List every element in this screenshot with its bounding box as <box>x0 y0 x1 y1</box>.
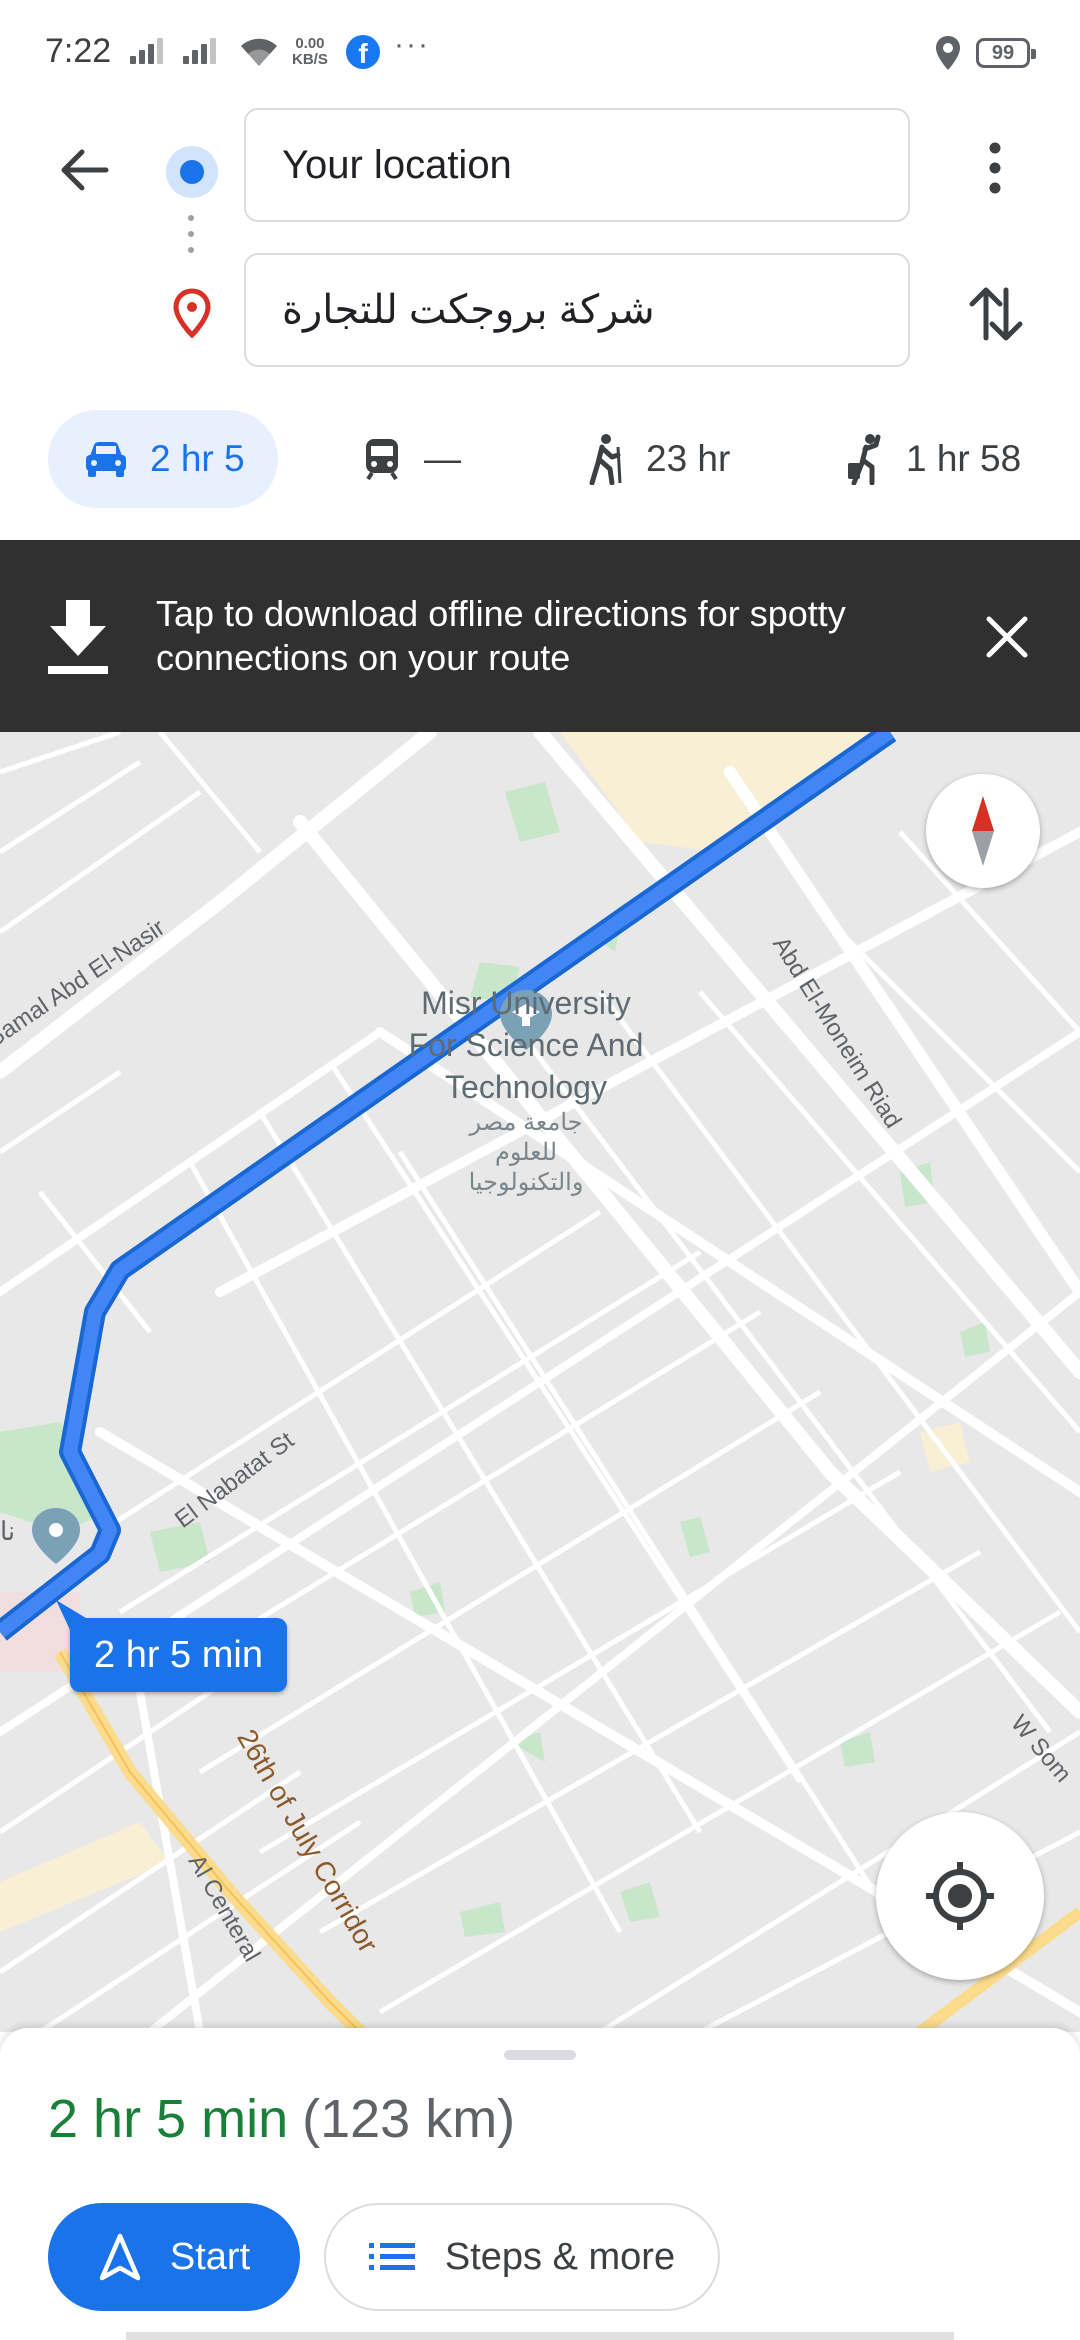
route-distance: (123 km) <box>302 2089 516 2149</box>
network-speed: 0.00 KB/S <box>292 36 328 68</box>
tab-walking[interactable]: 23 hr <box>584 410 730 508</box>
steps-more-label: Steps & more <box>444 2235 676 2278</box>
location-status-icon <box>936 36 960 70</box>
network-speed-unit: KB/S <box>292 51 328 68</box>
network-speed-value: 0.00 <box>295 35 325 52</box>
start-button-label: Start <box>169 2235 251 2278</box>
route-connector-dots <box>188 215 196 253</box>
rideshare-person-icon <box>848 434 881 485</box>
poi-label-left-fragment: نا <box>0 1516 16 1546</box>
battery-level: 99 <box>991 42 1015 64</box>
steps-more-button[interactable]: Steps & more <box>324 2203 720 2311</box>
navigation-arrow-icon <box>99 2233 141 2281</box>
more-options-icon[interactable] <box>980 138 1010 198</box>
tab-driving[interactable]: 2 hr 5 <box>48 410 278 508</box>
tab-transit[interactable]: — <box>362 410 461 508</box>
poi-name-ar: جامعة مصر للعلوم والتكنولوجيا <box>468 1109 584 1196</box>
destination-pin-icon <box>173 288 211 338</box>
poi-label-university[interactable]: Misr University For Science And Technolo… <box>396 982 656 1198</box>
crosshair-icon <box>926 1862 994 1930</box>
offline-directions-banner[interactable]: Tap to download offline directions for s… <box>0 540 1080 732</box>
tab-rideshare[interactable]: 1 hr 58 <box>844 410 1021 508</box>
tab-rideshare-label: 1 hr 58 <box>906 438 1022 479</box>
close-icon[interactable] <box>984 614 1030 660</box>
list-icon <box>368 2243 415 2270</box>
bottom-tab-indicator <box>126 2332 954 2340</box>
route-summary: 2 hr 5 min (123 km) <box>48 2088 515 2150</box>
status-time: 7:22 <box>45 32 112 70</box>
destination-input[interactable] <box>280 286 884 334</box>
wifi-icon <box>241 38 277 66</box>
poi-name-en: Misr University For Science And Technolo… <box>408 985 644 1105</box>
origin-input[interactable] <box>280 142 884 189</box>
battery-icon: 99 <box>976 38 1036 68</box>
back-arrow-icon[interactable] <box>54 140 114 200</box>
directions-bottom-sheet: 2 hr 5 min (123 km) Start Steps & more <box>0 2028 1080 2340</box>
status-bar: 7:22 0.00 KB/S f ··· 99 <box>0 0 1080 105</box>
download-icon <box>48 600 108 674</box>
banner-text: Tap to download offline directions for s… <box>156 593 846 678</box>
start-button[interactable]: Start <box>48 2203 300 2311</box>
signal-icon-1 <box>130 38 166 69</box>
origin-dot-icon <box>166 146 218 198</box>
hiking-icon <box>589 434 622 485</box>
travel-mode-tabs: 2 hr 5 — 23 hr 1 hr 58 <box>0 400 1080 520</box>
route-duration: 2 hr 5 min <box>48 2089 289 2149</box>
more-notifications-icon: ··· <box>394 28 430 61</box>
compass-icon <box>972 796 994 866</box>
facebook-icon: f <box>346 35 380 69</box>
car-icon <box>86 442 126 477</box>
tab-driving-label: 2 hr 5 <box>150 438 245 479</box>
train-icon <box>366 439 398 481</box>
map-view[interactable]: Misr University For Science And Technolo… <box>0 732 1080 2032</box>
origin-field[interactable] <box>244 108 910 222</box>
tab-walking-label: 23 hr <box>646 438 731 479</box>
compass-button[interactable] <box>926 774 1040 888</box>
signal-icon-2 <box>183 38 219 69</box>
route-duration-label[interactable]: 2 hr 5 min <box>70 1618 287 1692</box>
callout-pointer <box>56 1600 86 1630</box>
my-location-button[interactable] <box>876 1812 1044 1980</box>
drag-handle[interactable] <box>504 2050 576 2060</box>
tab-transit-label: — <box>424 438 461 479</box>
swap-route-icon[interactable] <box>966 282 1026 346</box>
destination-field[interactable] <box>244 253 910 367</box>
